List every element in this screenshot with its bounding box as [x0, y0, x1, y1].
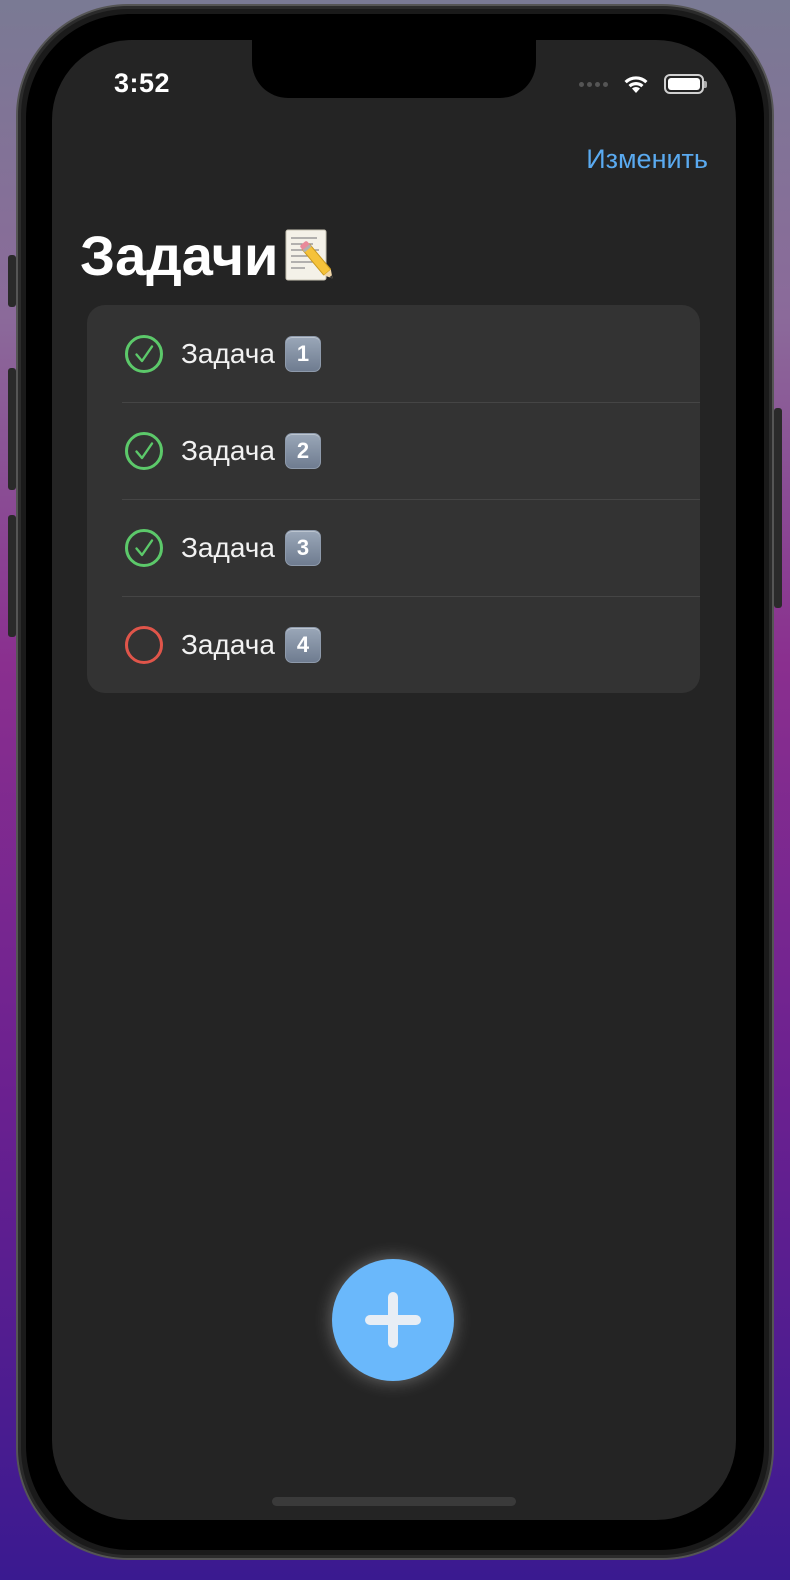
phone-screen: 3:52 Изменить Задачи Задача 1 Задача 2 З…: [52, 40, 736, 1520]
mute-switch: [8, 255, 16, 307]
notch: [252, 40, 536, 98]
keycap-number-icon: 2: [284, 432, 321, 469]
power-button: [774, 408, 782, 608]
status-icons: [579, 72, 707, 96]
task-list: Задача 1 Задача 2 Задача 3 Задача 4: [87, 305, 700, 693]
task-label: Задача: [181, 434, 275, 466]
task-row-2[interactable]: Задача 2: [87, 402, 700, 499]
checkmark-circle-icon[interactable]: [124, 431, 164, 471]
keycap-number-icon: 1: [284, 335, 321, 372]
battery-icon: [664, 74, 707, 94]
task-row-1[interactable]: Задача 1: [87, 305, 700, 402]
home-indicator[interactable]: [272, 1497, 516, 1506]
task-row-3[interactable]: Задача 3: [87, 499, 700, 596]
task-row-4[interactable]: Задача 4: [87, 596, 700, 693]
volume-up-button: [8, 368, 16, 490]
checkmark-circle-icon[interactable]: [124, 334, 164, 374]
add-task-button[interactable]: [332, 1259, 454, 1381]
empty-circle-icon[interactable]: [124, 625, 164, 665]
page-title: Задачи: [80, 223, 334, 288]
status-time: 3:52: [114, 68, 171, 98]
checkmark-circle-icon[interactable]: [124, 528, 164, 568]
volume-down-button: [8, 515, 16, 637]
task-label: Задача: [181, 337, 275, 369]
edit-button[interactable]: Изменить: [586, 144, 708, 175]
plus-icon: [365, 1292, 421, 1348]
page-title-text: Задачи: [80, 224, 279, 287]
wifi-icon: [624, 76, 648, 93]
cellular-signal-icon: [579, 81, 608, 87]
memo-icon: [284, 228, 334, 284]
keycap-number-icon: 4: [284, 626, 321, 663]
task-label: Задача: [181, 531, 275, 563]
task-label: Задача: [181, 628, 275, 660]
keycap-number-icon: 3: [284, 529, 321, 566]
